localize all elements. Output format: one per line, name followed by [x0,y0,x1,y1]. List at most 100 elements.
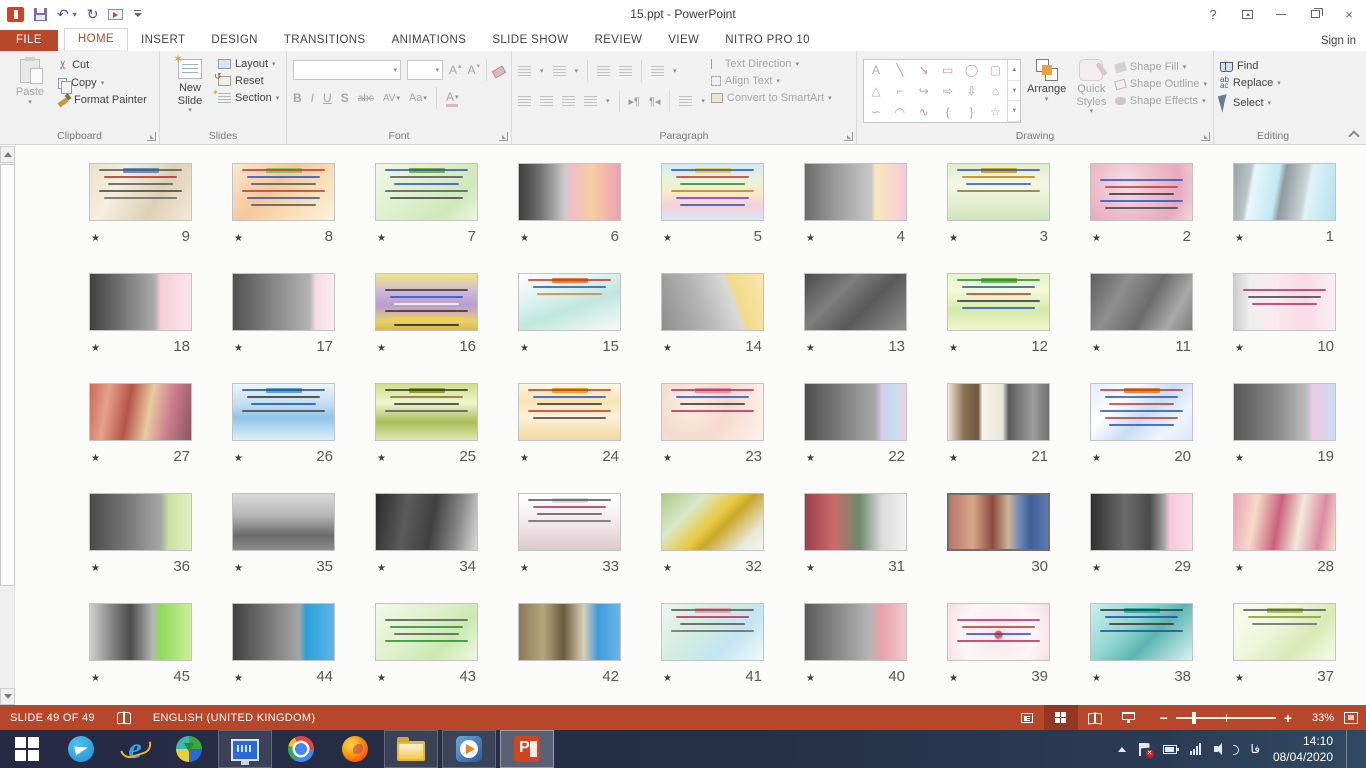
character-spacing-button[interactable]: AV▾ [383,93,400,104]
slide-thumbnail-35[interactable] [232,493,335,551]
battery-icon[interactable] [1163,745,1177,754]
align-center-icon[interactable] [540,96,553,106]
shape-effects-button[interactable]: Shape Effects▾ [1115,95,1207,107]
tab-nitro-pro-10[interactable]: NITRO PRO 10 [712,30,823,51]
slide-thumbnail-8[interactable] [232,163,335,221]
font-dialog-launcher[interactable] [499,132,508,141]
slide-thumbnail-21[interactable] [947,383,1050,441]
taskbar-chrome-icon[interactable] [274,730,328,768]
slide-thumbnail-10[interactable] [1233,273,1336,331]
language-indicator[interactable]: ENGLISH (UNITED KINGDOM) [153,712,315,724]
shape-glyph-2[interactable]: ↘ [919,64,929,76]
reset-button[interactable]: Reset [218,75,279,87]
slide-thumbnail-42[interactable] [518,603,621,661]
tab-animations[interactable]: ANIMATIONS [379,30,480,51]
format-painter-button[interactable]: Format Painter [58,94,147,106]
slide-thumbnail-22[interactable] [804,383,907,441]
slide-thumbnail-23[interactable] [661,383,764,441]
quick-styles-button[interactable]: Quick Styles ▾ [1070,55,1113,128]
ribbon-display-options-button[interactable] [1230,3,1264,25]
slide-thumbnail-14[interactable] [661,273,764,331]
volume-icon[interactable] [1214,743,1228,755]
undo-icon[interactable]: ↶ [57,7,69,21]
help-button[interactable]: ? [1196,3,1230,25]
decrease-font-size-button[interactable]: A▾ [468,63,481,77]
scrollbar-up-arrow[interactable] [0,146,15,163]
select-button[interactable]: Select▾ [1220,95,1281,112]
slide-thumbnail-27[interactable] [89,383,192,441]
align-right-icon[interactable] [562,96,575,106]
slide-thumbnail-4[interactable] [804,163,907,221]
slide-show-button[interactable] [1112,705,1146,730]
line-spacing-icon[interactable] [651,66,664,76]
input-language-indicator[interactable]: فا [1251,742,1260,756]
show-desktop-button[interactable] [1346,730,1352,768]
collapse-ribbon-button[interactable] [1348,130,1359,141]
paragraph-dialog-launcher[interactable] [844,132,853,141]
shape-outline-button[interactable]: Shape Outline▾ [1115,78,1207,90]
normal-view-button[interactable] [1010,705,1044,730]
minimize-button[interactable] [1264,3,1298,25]
text-shadow-button[interactable]: S [341,91,349,105]
taskbar-start-icon[interactable] [0,730,54,768]
new-slide-button[interactable]: New Slide ▾ [164,55,216,128]
layout-button[interactable]: Layout▾ [218,58,279,70]
slide-thumbnail-32[interactable] [661,493,764,551]
convert-smartart-button[interactable]: Convert to SmartArt▾ [711,92,832,104]
action-center-flag-icon[interactable] [1139,743,1150,756]
shape-glyph-0[interactable]: A [872,64,880,76]
font-name-combo[interactable]: ▾ [293,60,401,80]
decrease-indent-icon[interactable] [597,66,610,76]
copy-button[interactable]: Copy▾ [58,77,147,89]
shapes-more[interactable]: ▼ [1008,101,1020,122]
tab-review[interactable]: REVIEW [582,30,656,51]
taskbar-telegram-icon[interactable] [54,730,108,768]
shape-fill-button[interactable]: Shape Fill▾ [1115,61,1207,73]
save-icon[interactable] [34,8,47,21]
shape-glyph-14[interactable]: ∿ [919,106,929,118]
shape-glyph-12[interactable]: ∽ [871,106,881,118]
section-button[interactable]: Section▾ [218,92,279,104]
taskbar-idm-icon[interactable] [162,730,216,768]
shapes-scroll-up[interactable]: ▲ [1008,60,1020,81]
replace-button[interactable]: abacReplace▾ [1220,77,1281,90]
slide-thumbnail-11[interactable] [1090,273,1193,331]
slide-thumbnail-38[interactable] [1090,603,1193,661]
shape-glyph-4[interactable]: ◯ [965,64,978,76]
restore-button[interactable] [1298,3,1332,25]
slide-thumbnail-17[interactable] [232,273,335,331]
close-button[interactable]: × [1332,3,1366,25]
redo-icon[interactable]: ↻ [87,7,99,21]
slide-thumbnail-45[interactable] [89,603,192,661]
taskbar-media-icon[interactable] [442,730,496,768]
slide-thumbnail-9[interactable] [89,163,192,221]
powerpoint-app-icon[interactable] [7,7,24,22]
shape-glyph-8[interactable]: ↪ [919,85,929,97]
tab-view[interactable]: VIEW [655,30,712,51]
zoom-slider-thumb[interactable] [1192,712,1196,724]
slide-thumbnail-3[interactable] [947,163,1050,221]
scrollbar-thumb[interactable] [0,164,15,586]
increase-indent-icon[interactable] [619,66,632,76]
reading-view-button[interactable] [1078,705,1112,730]
clipboard-dialog-launcher[interactable] [147,132,156,141]
slide-thumbnail-40[interactable] [804,603,907,661]
shapes-scroll-down[interactable]: ▼ [1008,81,1020,102]
arrange-button[interactable]: Arrange ▾ [1023,55,1070,128]
slide-thumbnail-28[interactable] [1233,493,1336,551]
ltr-direction-icon[interactable]: ▸¶ [629,95,640,108]
font-color-button[interactable]: A▾ [446,90,459,107]
hidden-icons-arrow[interactable] [1118,747,1126,752]
increase-font-size-button[interactable]: A▴ [449,63,462,77]
slide-thumbnail-43[interactable] [375,603,478,661]
slide-thumbnail-24[interactable] [518,383,621,441]
shape-glyph-13[interactable]: ◠ [895,106,905,118]
slide-thumbnail-1[interactable] [1233,163,1336,221]
slide-thumbnail-2[interactable] [1090,163,1193,221]
paste-button[interactable]: Paste ▾ [4,55,56,128]
taskbar-powerpoint-icon[interactable] [500,730,554,768]
clock[interactable]: 14:10 08/04/2020 [1273,733,1333,765]
rtl-direction-icon[interactable]: ¶◂ [649,95,660,108]
shape-glyph-17[interactable]: ☆ [990,106,1001,118]
network-signal-icon[interactable] [1190,743,1201,755]
